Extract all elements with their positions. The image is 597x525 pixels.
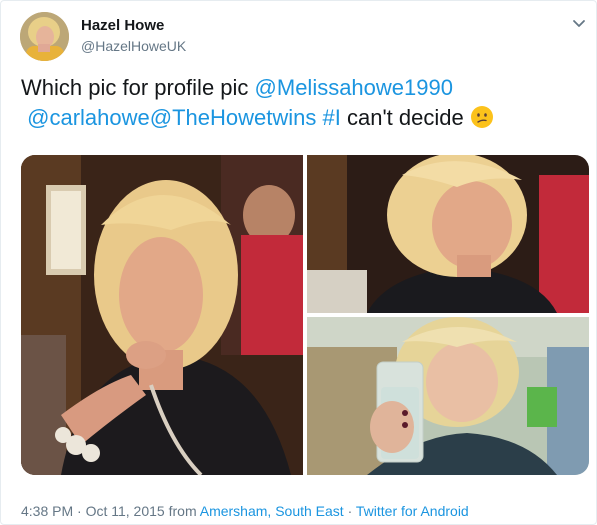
author-display-name[interactable]: Hazel Howe [81, 17, 164, 34]
timestamp[interactable]: 4:38 PM · Oct 11, 2015 [21, 503, 165, 519]
photo-3[interactable] [307, 317, 589, 475]
mention-melissahowe1990[interactable]: @Melissahowe1990 [255, 75, 453, 100]
tweet-card: Hazel Howe @HazelHoweUK Which pic for pr… [0, 0, 597, 525]
meta-separator: · [343, 503, 356, 519]
source-link[interactable]: Twitter for Android [356, 503, 469, 519]
avatar[interactable] [20, 12, 69, 61]
tweet-text-intro: Which pic for profile pic [21, 75, 255, 100]
tweet-text-outro: can't decide [340, 105, 464, 130]
photo-grid [21, 155, 589, 475]
confused-face-emoji [470, 105, 494, 129]
tweet-meta: 4:38 PM · Oct 11, 2015 from Amersham, So… [21, 503, 469, 519]
photo-2[interactable] [307, 155, 589, 313]
chevron-down-icon[interactable] [571, 15, 587, 31]
meta-from-prefix: from [164, 503, 200, 519]
tweet-text: Which pic for profile pic @Melissahowe19… [21, 73, 581, 133]
location-link[interactable]: Amersham, South East [200, 503, 344, 519]
author-handle[interactable]: @HazelHoweUK [81, 38, 186, 54]
mention-carlahowe[interactable]: @carlahowe [27, 105, 150, 130]
hashtag-i[interactable]: #I [323, 105, 341, 130]
photo-1[interactable] [21, 155, 303, 475]
mention-thehowetwins[interactable]: @TheHowetwins [150, 105, 317, 130]
